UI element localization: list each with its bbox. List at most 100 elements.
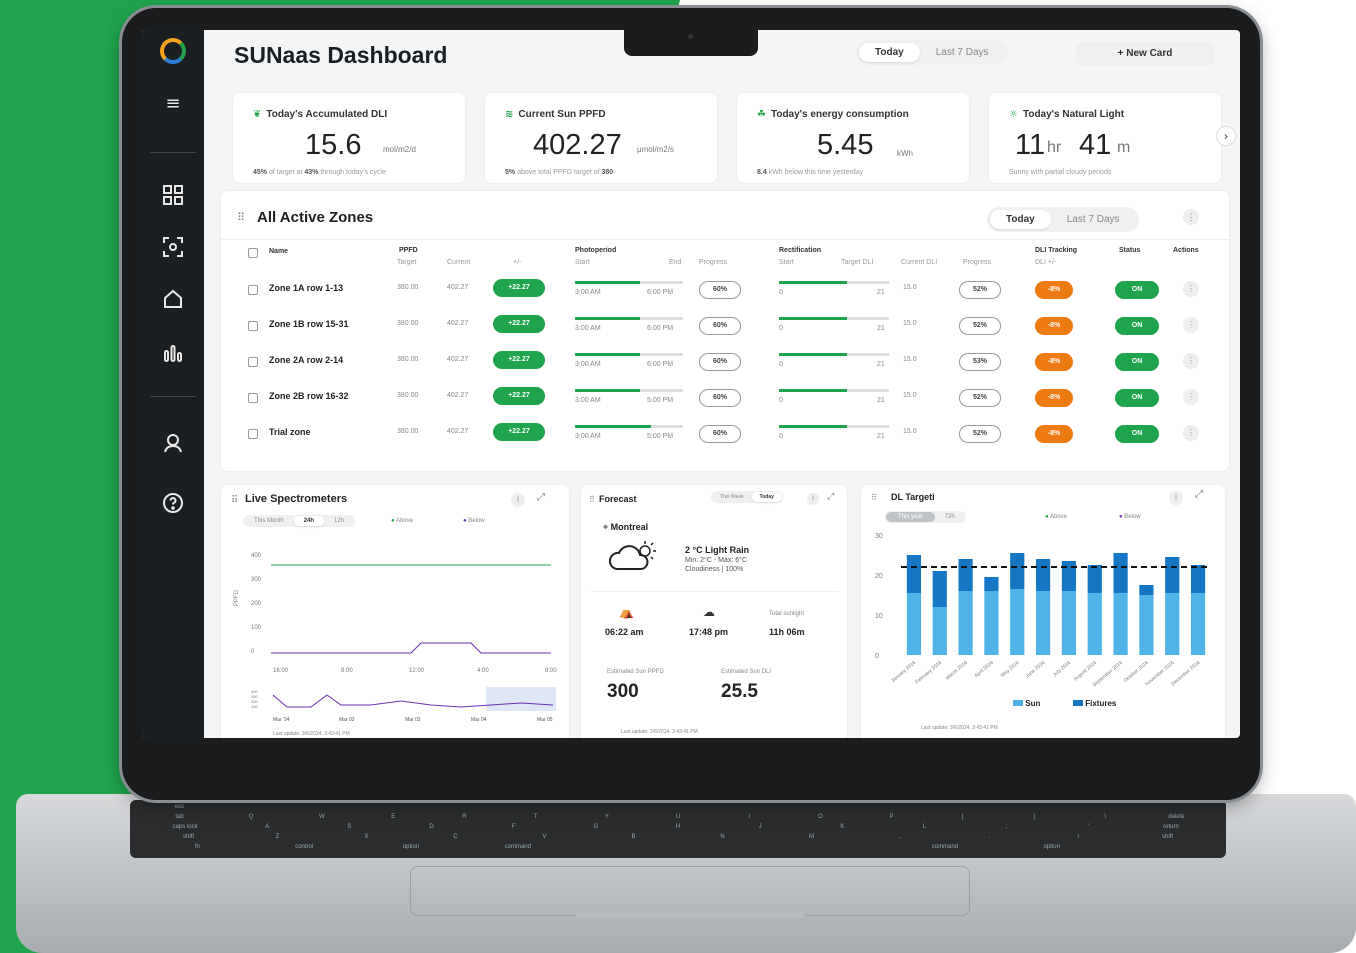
row-checkbox[interactable] [248,393,258,403]
rectification-fill [779,317,848,320]
info-icon[interactable]: i [807,493,819,505]
kpi-value: 5.45 [817,129,874,161]
col-progress: Progress [699,259,728,266]
app-logo[interactable] [160,38,186,64]
help-icon[interactable] [161,492,185,516]
current-dli: 15.0 [903,320,917,327]
photoperiod-fill [575,281,640,284]
zones-today-tab[interactable]: Today [990,210,1051,229]
status-badge[interactable]: ON [1115,281,1159,299]
bar-fixtures [1113,553,1128,593]
drag-handle-icon[interactable]: ⠿ [231,495,238,506]
expand-icon[interactable]: ⤢ [1195,489,1203,500]
zone-name[interactable]: Zone 1A row 1-13 [269,283,343,293]
rect-progress-badge: 53% [959,353,1001,371]
photo-progress-badge: 60% [699,389,741,407]
row-checkbox[interactable] [248,357,258,367]
expand-icon[interactable]: ⤢ [827,491,834,502]
row-checkbox[interactable] [248,321,258,331]
bar-fixtures [958,559,973,591]
photoperiod-fill [575,425,651,428]
tab-this-week[interactable]: This Week [712,492,752,502]
select-all-checkbox[interactable] [248,248,258,258]
divider [591,591,839,592]
zone-name[interactable]: Zone 1B row 15-31 [269,319,349,329]
spectro-chart: 4003002001000 16:00 8:00 12:00 4:00 8:00 400… [251,553,557,723]
tab-72h[interactable]: 72h [935,512,965,522]
status-badge[interactable]: ON [1115,389,1159,407]
bar-fixtures [1190,565,1206,593]
y-tick-label: 200 [251,601,262,607]
zone-name[interactable]: Zone 2A row 2-14 [269,355,343,365]
row-actions-icon[interactable]: ⋮ [1183,425,1199,441]
legend-sun: Sun [1013,699,1040,708]
kpi-unit: mol/m2/d [383,145,416,154]
legend-below: ● Below [463,518,485,524]
x-tick-label: April 2016 [974,660,995,679]
row-actions-icon[interactable]: ⋮ [1183,353,1199,369]
dl-target-chart: 30 20 10 0 January 2016February 2016 March 20… [875,533,1211,688]
row-actions-icon[interactable]: ⋮ [1183,317,1199,333]
sidebar-divider [150,396,196,397]
x-tick-label: January 2016 [890,660,917,684]
tab-this-year[interactable]: This year [886,512,935,522]
x-tick-label: August 2016 [1073,660,1099,683]
status-badge[interactable]: ON [1115,353,1159,371]
photoperiod-bar [575,317,683,320]
zones-last7-tab[interactable]: Last 7 Days [1051,210,1136,229]
zone-name[interactable]: Trial zone [269,427,311,437]
leaf-energy-icon: ☘ [757,109,766,120]
tab-12h[interactable]: 12h [324,516,354,526]
tab-24h[interactable]: 24h [293,516,325,526]
tab-this-month[interactable]: This Month [244,516,294,526]
waves-icon: ≋ [505,109,514,120]
est-ppfd-label: Estimated Sun PPFD [607,669,664,675]
scan-icon[interactable] [161,236,185,260]
info-icon[interactable]: i [511,493,525,507]
photo-start: 3:00 AM [575,361,601,368]
home-icon[interactable] [161,288,185,312]
drag-handle-icon[interactable]: ⠿ [589,495,595,504]
col-actions: Actions [1173,247,1199,254]
user-icon[interactable] [161,432,185,456]
bar-fixtures [1139,585,1154,595]
photo-start: 3:00 AM [575,397,601,404]
status-badge[interactable]: ON [1115,425,1159,443]
new-card-button[interactable]: + New Card [1076,42,1214,66]
drag-handle-icon[interactable]: ⠿ [237,211,245,224]
row-actions-icon[interactable]: ⋮ [1183,281,1199,297]
drag-handle-icon[interactable]: ⠿ [871,493,877,502]
bar-sun [1035,591,1051,655]
zone-name[interactable]: Zone 2B row 16-32 [269,391,349,401]
y-tick-label: 20 [875,573,883,580]
screen: ≡ SUNaas Dashboard Today Last 7 Days + N… [142,30,1240,738]
status-badge[interactable]: ON [1115,317,1159,335]
row-checkbox[interactable] [248,285,258,295]
x-tick-label: October 2016 [1123,660,1150,684]
trackpad [410,866,970,916]
ppfd-delta-badge: +22.27 [493,351,545,369]
dli-tracking-badge: -8% [1035,281,1073,299]
menu-icon[interactable]: ≡ [161,92,185,116]
info-icon[interactable]: i [1169,491,1183,505]
kpi-value: 15.6 [305,129,362,161]
legend-above: ● Above [1045,514,1067,520]
chevron-right-icon[interactable]: › [1216,126,1236,146]
expand-icon[interactable]: ⤢ [537,492,545,503]
photoperiod-bar [575,389,683,392]
zones-range-toggle: Today Last 7 Days [987,207,1139,232]
photo-progress-badge: 60% [699,425,741,443]
table-row: Trial zone 380.00 402.27 +22.27 3:00 AM 5:00 … [221,421,1231,455]
analytics-icon[interactable] [161,342,185,366]
more-options-icon[interactable]: ⋮ [1183,209,1199,225]
row-actions-icon[interactable]: ⋮ [1183,389,1199,405]
tab-today[interactable]: Today [751,492,782,502]
range-last7-tab[interactable]: Last 7 Days [920,43,1005,62]
range-today-tab[interactable]: Today [859,43,920,62]
x-tick-label: 8:00 [341,668,353,674]
row-checkbox[interactable] [248,429,258,439]
x-tick-label: June 2016 [1025,660,1047,680]
col-ppfd: PPFD [399,247,418,254]
photo-end: 6:00 PM [647,325,674,332]
dashboard-grid-icon[interactable] [161,184,185,208]
